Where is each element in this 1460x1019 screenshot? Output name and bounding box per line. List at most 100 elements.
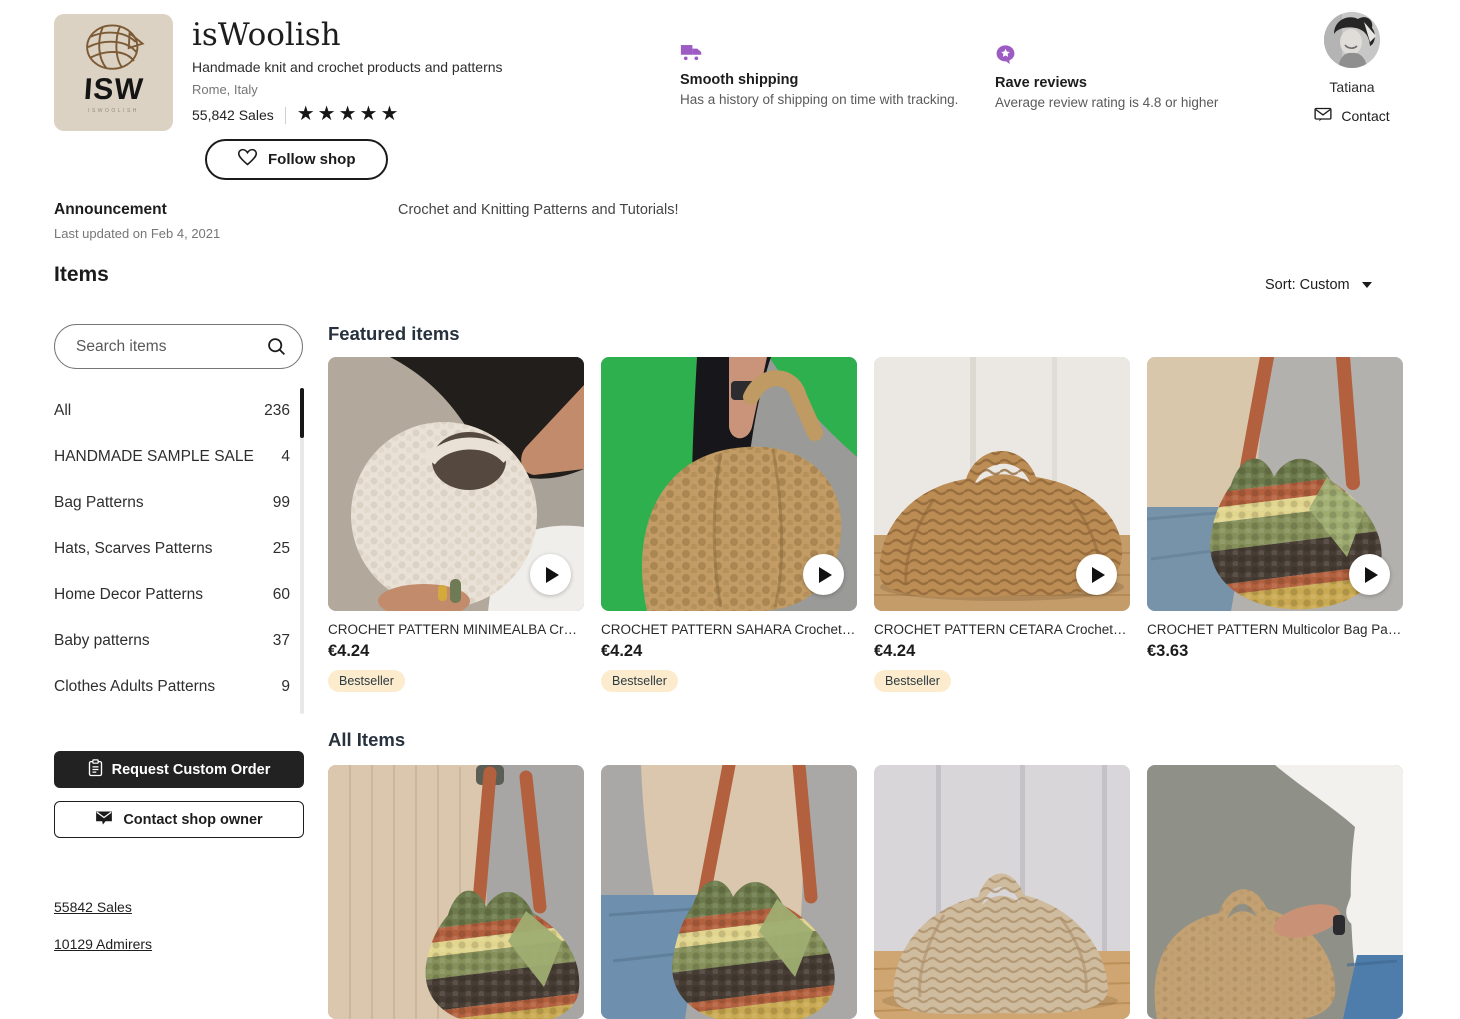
category-list: All 236 HANDMADE SAMPLE SALE 4 Bag Patte…: [54, 388, 290, 710]
search-icon[interactable]: [266, 336, 287, 362]
category-all[interactable]: All 236: [54, 388, 290, 434]
play-icon: [1092, 567, 1105, 583]
contact-shop-owner-button[interactable]: Contact shop owner: [54, 801, 304, 838]
play-button[interactable]: [1349, 554, 1390, 595]
shop-location: Rome, Italy: [192, 82, 503, 97]
contact-shop-owner-label: Contact shop owner: [123, 812, 262, 828]
request-custom-order-label: Request Custom Order: [112, 762, 271, 778]
category-label: HANDMADE SAMPLE SALE: [54, 448, 254, 466]
announcement-text: Crochet and Knitting Patterns and Tutori…: [398, 202, 679, 218]
envelope-icon: [1314, 107, 1332, 125]
shop-logo[interactable]: ISW ISWOOLISH: [54, 14, 173, 131]
product-price: €4.24: [874, 642, 1130, 661]
category-label: Clothes Adults Patterns: [54, 678, 215, 696]
perk-title: Rave reviews: [995, 75, 1305, 91]
owner-avatar[interactable]: [1324, 12, 1380, 68]
product-image[interactable]: [328, 765, 584, 1019]
shop-name: isWoolish: [192, 18, 503, 52]
category-bag-patterns[interactable]: Bag Patterns 99: [54, 480, 290, 526]
product-title[interactable]: CROCHET PATTERN MINIMEALBA Croc...: [328, 622, 584, 637]
category-count: 9: [281, 678, 290, 696]
category-count: 60: [273, 586, 290, 604]
bestseller-badge: Bestseller: [601, 670, 678, 692]
contact-label: Contact: [1341, 108, 1389, 124]
category-count: 99: [273, 494, 290, 512]
category-label: Home Decor Patterns: [54, 586, 203, 604]
category-home-decor-patterns[interactable]: Home Decor Patterns 60: [54, 572, 290, 618]
product-image[interactable]: [874, 357, 1130, 611]
play-button[interactable]: [530, 554, 571, 595]
rating-stars[interactable]: ★★★★★: [297, 104, 402, 124]
sales-link[interactable]: 55842 Sales: [54, 899, 132, 915]
product-image[interactable]: [1147, 765, 1403, 1019]
product-card: [1147, 765, 1403, 1019]
product-card: CROCHET PATTERN Multicolor Bag Patt... €…: [1147, 357, 1403, 692]
category-label: Baby patterns: [54, 632, 150, 650]
product-card: [874, 765, 1130, 1019]
request-custom-order-button[interactable]: Request Custom Order: [54, 751, 304, 788]
product-image[interactable]: [601, 357, 857, 611]
category-count: 37: [273, 632, 290, 650]
play-button[interactable]: [803, 554, 844, 595]
bestseller-badge: Bestseller: [874, 670, 951, 692]
category-scrollbar[interactable]: [300, 388, 304, 714]
category-count: 236: [264, 402, 290, 420]
scrollbar-thumb[interactable]: [300, 388, 304, 438]
product-title[interactable]: CROCHET PATTERN CETARA Crochet B...: [874, 622, 1130, 637]
sales-count[interactable]: 55,842 Sales: [192, 107, 274, 123]
owner-block: Tatiana Contact: [1297, 12, 1407, 125]
owner-name: Tatiana: [1329, 79, 1374, 95]
all-items-row: [328, 765, 1403, 1019]
category-handmade-sample-sale[interactable]: HANDMADE SAMPLE SALE 4: [54, 434, 290, 480]
product-card: [601, 765, 857, 1019]
category-clothes-adults-patterns[interactable]: Clothes Adults Patterns 9: [54, 664, 290, 710]
all-items-heading: All Items: [328, 729, 405, 751]
items-heading: Items: [54, 263, 109, 287]
play-icon: [819, 567, 832, 583]
shop-info: isWoolish Handmade knit and crochet prod…: [192, 18, 503, 124]
logo-initials: ISW: [83, 75, 145, 105]
perk-rave-reviews: Rave reviews Average review rating is 4.…: [995, 44, 1305, 110]
product-price: €4.24: [328, 642, 584, 661]
logo-wordmark: ISWOOLISH: [88, 108, 139, 114]
featured-items-row: CROCHET PATTERN MINIMEALBA Croc... €4.24…: [328, 357, 1403, 692]
product-card: CROCHET PATTERN CETARA Crochet B... €4.2…: [874, 357, 1130, 692]
category-label: Bag Patterns: [54, 494, 144, 512]
bestseller-badge: Bestseller: [328, 670, 405, 692]
product-card: CROCHET PATTERN SAHARA Crochet B... €4.2…: [601, 357, 857, 692]
follow-shop-button[interactable]: Follow shop: [205, 139, 388, 180]
search-box: [54, 324, 303, 369]
admirers-link[interactable]: 10129 Admirers: [54, 936, 152, 952]
product-title[interactable]: CROCHET PATTERN SAHARA Crochet B...: [601, 622, 857, 637]
perk-smooth-shipping: Smooth shipping Has a history of shippin…: [680, 44, 990, 107]
category-baby-patterns[interactable]: Baby patterns 37: [54, 618, 290, 664]
shop-tagline: Handmade knit and crochet products and p…: [192, 59, 503, 75]
sort-dropdown[interactable]: Sort: Custom: [1265, 277, 1372, 293]
product-card: CROCHET PATTERN MINIMEALBA Croc... €4.24…: [328, 357, 584, 692]
play-icon: [546, 567, 559, 583]
sort-label: Sort: Custom: [1265, 277, 1350, 293]
perk-desc: Has a history of shipping on time with t…: [680, 92, 990, 107]
yarn-ball-icon: [78, 22, 150, 79]
shop-page: ISW ISWOOLISH isWoolish Handmade knit an…: [0, 0, 1460, 965]
product-image[interactable]: [1147, 357, 1403, 611]
heart-icon: [237, 147, 258, 172]
category-hats-scarves-patterns[interactable]: Hats, Scarves Patterns 25: [54, 526, 290, 572]
product-title[interactable]: CROCHET PATTERN Multicolor Bag Patt...: [1147, 622, 1403, 637]
chat-star-icon: [995, 52, 1016, 69]
announcement-title: Announcement: [54, 201, 220, 219]
contact-button[interactable]: Contact: [1314, 107, 1389, 125]
divider: [285, 107, 286, 124]
clipboard-icon: [88, 759, 103, 781]
product-image[interactable]: [601, 765, 857, 1019]
perk-title: Smooth shipping: [680, 72, 990, 88]
product-price: €4.24: [601, 642, 857, 661]
featured-items-heading: Featured items: [328, 323, 460, 345]
product-image[interactable]: [328, 357, 584, 611]
category-count: 25: [273, 540, 290, 558]
product-price: €3.63: [1147, 642, 1403, 661]
play-button[interactable]: [1076, 554, 1117, 595]
play-icon: [1365, 567, 1378, 583]
product-image[interactable]: [874, 765, 1130, 1019]
follow-shop-label: Follow shop: [268, 151, 356, 168]
